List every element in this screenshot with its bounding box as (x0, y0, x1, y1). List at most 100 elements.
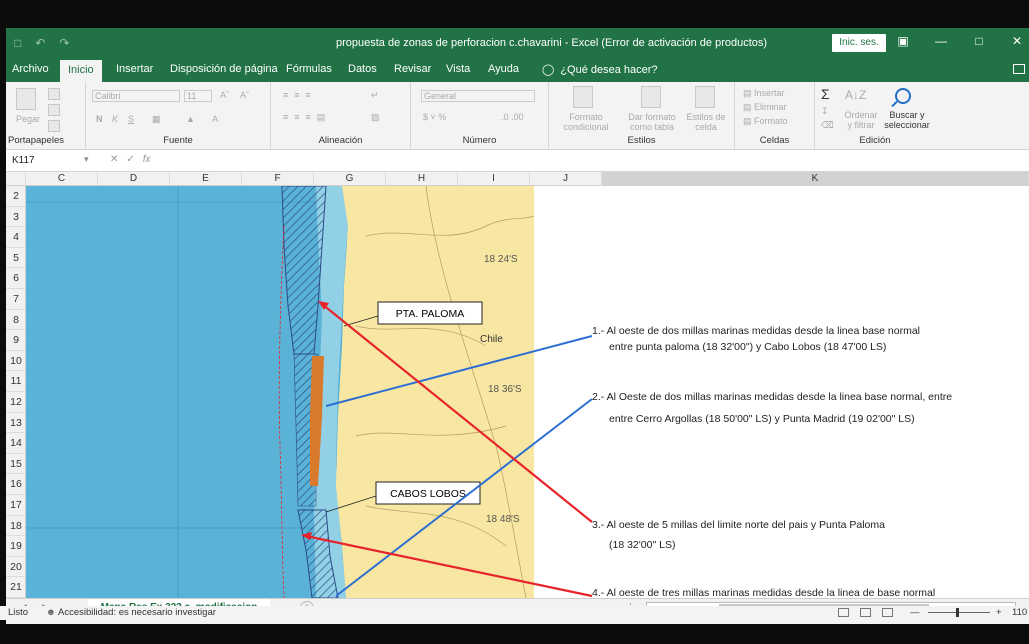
copy-icon[interactable] (48, 104, 60, 116)
normal-view-icon[interactable] (838, 608, 849, 617)
fx-icon[interactable]: fx (143, 154, 151, 165)
align-left-icons[interactable]: ≡≡≡▤ (283, 112, 331, 123)
underline-button[interactable]: S (128, 114, 134, 124)
cell-styles-label[interactable]: Estilos de celda (681, 112, 731, 132)
page-break-view-icon[interactable] (882, 608, 893, 617)
tab-archivo[interactable]: Archivo (12, 63, 49, 75)
cond-format-label[interactable]: Formato condicional (553, 112, 619, 132)
formula-input[interactable] (206, 154, 1006, 168)
currency-icon[interactable]: $ ˅ % (423, 112, 446, 122)
font-size-select[interactable]: 11 (184, 90, 212, 102)
row-header[interactable]: 13 (6, 413, 26, 434)
zoom-slider[interactable] (928, 612, 990, 613)
row-header[interactable]: 20 (6, 557, 26, 578)
conditional-format-icon[interactable] (573, 86, 593, 108)
column-header[interactable]: G (314, 172, 386, 186)
row-header[interactable]: 3 (6, 207, 26, 228)
row-header[interactable]: 18 (6, 516, 26, 537)
tab-inicio[interactable]: Inicio (60, 60, 102, 82)
font-color-icon[interactable]: A (212, 114, 218, 124)
minimize-icon[interactable]: — (933, 34, 949, 48)
cut-icon[interactable] (48, 88, 60, 100)
font-name-select[interactable]: Calibri (92, 90, 180, 102)
tab-revisar[interactable]: Revisar (394, 63, 431, 75)
format-cells-button[interactable]: ▤ Formato (743, 116, 788, 127)
italic-button[interactable]: K (112, 114, 118, 124)
find-select-button[interactable]: Buscar y seleccionar (879, 82, 935, 132)
column-header[interactable]: C (26, 172, 98, 186)
row-header[interactable]: 16 (6, 474, 26, 495)
sign-in-button[interactable]: Inic. ses. (832, 34, 886, 52)
column-header[interactable]: I (458, 172, 530, 186)
row-header[interactable]: 15 (6, 454, 26, 475)
tab-ayuda[interactable]: Ayuda (488, 63, 519, 75)
column-header[interactable]: F (242, 172, 314, 186)
row-header[interactable]: 10 (6, 351, 26, 372)
fill-icon[interactable]: ↧ (821, 106, 829, 117)
enter-icon[interactable]: ✓ (126, 154, 142, 165)
comments-icon[interactable] (1013, 64, 1025, 74)
autosum-icon[interactable]: Σ (821, 86, 830, 102)
row-header[interactable]: 14 (6, 433, 26, 454)
close-icon[interactable]: ✕ (1009, 34, 1025, 48)
number-format-select[interactable]: General (421, 90, 535, 102)
row-header[interactable]: 8 (6, 310, 26, 331)
shrink-font-icon[interactable]: Aˇ (240, 90, 249, 100)
tell-me-search[interactable]: ◯ ¿Qué desea hacer? (542, 63, 658, 76)
select-all-corner[interactable] (6, 172, 26, 186)
sort-filter-icon[interactable]: A↓Z (845, 88, 866, 102)
zoom-out-icon[interactable]: — (910, 607, 920, 618)
accessibility-icon[interactable]: ☻ (46, 607, 56, 618)
table-format-icon[interactable] (641, 86, 661, 108)
row-header[interactable]: 5 (6, 248, 26, 269)
align-top-icons[interactable]: ≡≡≡ (283, 90, 317, 100)
tab-disposicion[interactable]: Disposición de página (170, 63, 278, 75)
ribbon-display-icon[interactable]: ▣ (895, 34, 911, 48)
column-header[interactable]: J (530, 172, 602, 186)
page-layout-view-icon[interactable] (860, 608, 871, 617)
tab-formulas[interactable]: Fórmulas (286, 63, 332, 75)
wrap-text-icon[interactable]: ↵ (371, 90, 379, 101)
paste-icon[interactable] (16, 88, 36, 110)
worksheet-cells[interactable]: 18 24'S 18 36'S 18 48'S Chile PTA. PALOM… (26, 186, 1029, 598)
row-header[interactable]: 12 (6, 392, 26, 413)
row-header[interactable]: 19 (6, 536, 26, 557)
row-header[interactable]: 7 (6, 289, 26, 310)
tab-insertar[interactable]: Insertar (116, 63, 153, 75)
zoom-slider-knob[interactable] (956, 608, 959, 617)
row-header[interactable]: 9 (6, 330, 26, 351)
merge-icon[interactable]: ▧ (371, 112, 380, 123)
zoom-level[interactable]: 110 (1012, 607, 1027, 618)
column-header[interactable]: D (98, 172, 170, 186)
tab-vista[interactable]: Vista (446, 63, 470, 75)
status-accessibility[interactable]: Accesibilidad: es necesario investigar (58, 607, 216, 618)
name-box[interactable]: K117 (10, 153, 82, 169)
redo-icon[interactable]: ↷ (59, 36, 69, 50)
row-header[interactable]: 17 (6, 495, 26, 516)
format-painter-icon[interactable] (48, 120, 60, 132)
maximize-icon[interactable]: □ (971, 34, 987, 48)
table-format-label[interactable]: Dar formato como tabla (619, 112, 685, 132)
row-header[interactable]: 21 (6, 577, 26, 598)
delete-cells-button[interactable]: ▤ Eliminar (743, 102, 787, 113)
clear-icon[interactable]: ⌫ (821, 120, 834, 131)
grow-font-icon[interactable]: Aˆ (220, 90, 229, 100)
tab-datos[interactable]: Datos (348, 63, 377, 75)
row-header[interactable]: 11 (6, 371, 26, 392)
fill-color-icon[interactable]: ▲ (186, 114, 195, 124)
cell-styles-icon[interactable] (695, 86, 715, 108)
row-header[interactable]: 2 (6, 186, 26, 207)
sort-label[interactable]: Ordenar y filtrar (841, 110, 881, 130)
save-icon[interactable]: □ (14, 36, 21, 50)
column-header[interactable]: H (386, 172, 458, 186)
borders-icon[interactable]: ▦ (152, 114, 161, 125)
cancel-icon[interactable]: ✕ (110, 154, 126, 165)
undo-icon[interactable]: ↶ (35, 36, 45, 50)
decimal-icons[interactable]: .0 .00 (501, 112, 524, 122)
column-header[interactable]: E (170, 172, 242, 186)
insert-cells-button[interactable]: ▤ Insertar (743, 88, 785, 99)
column-header-selected[interactable]: K (602, 172, 1029, 186)
row-header[interactable]: 6 (6, 268, 26, 289)
name-box-dropdown-icon[interactable]: ▾ (84, 154, 89, 165)
bold-button[interactable]: N (96, 114, 103, 124)
